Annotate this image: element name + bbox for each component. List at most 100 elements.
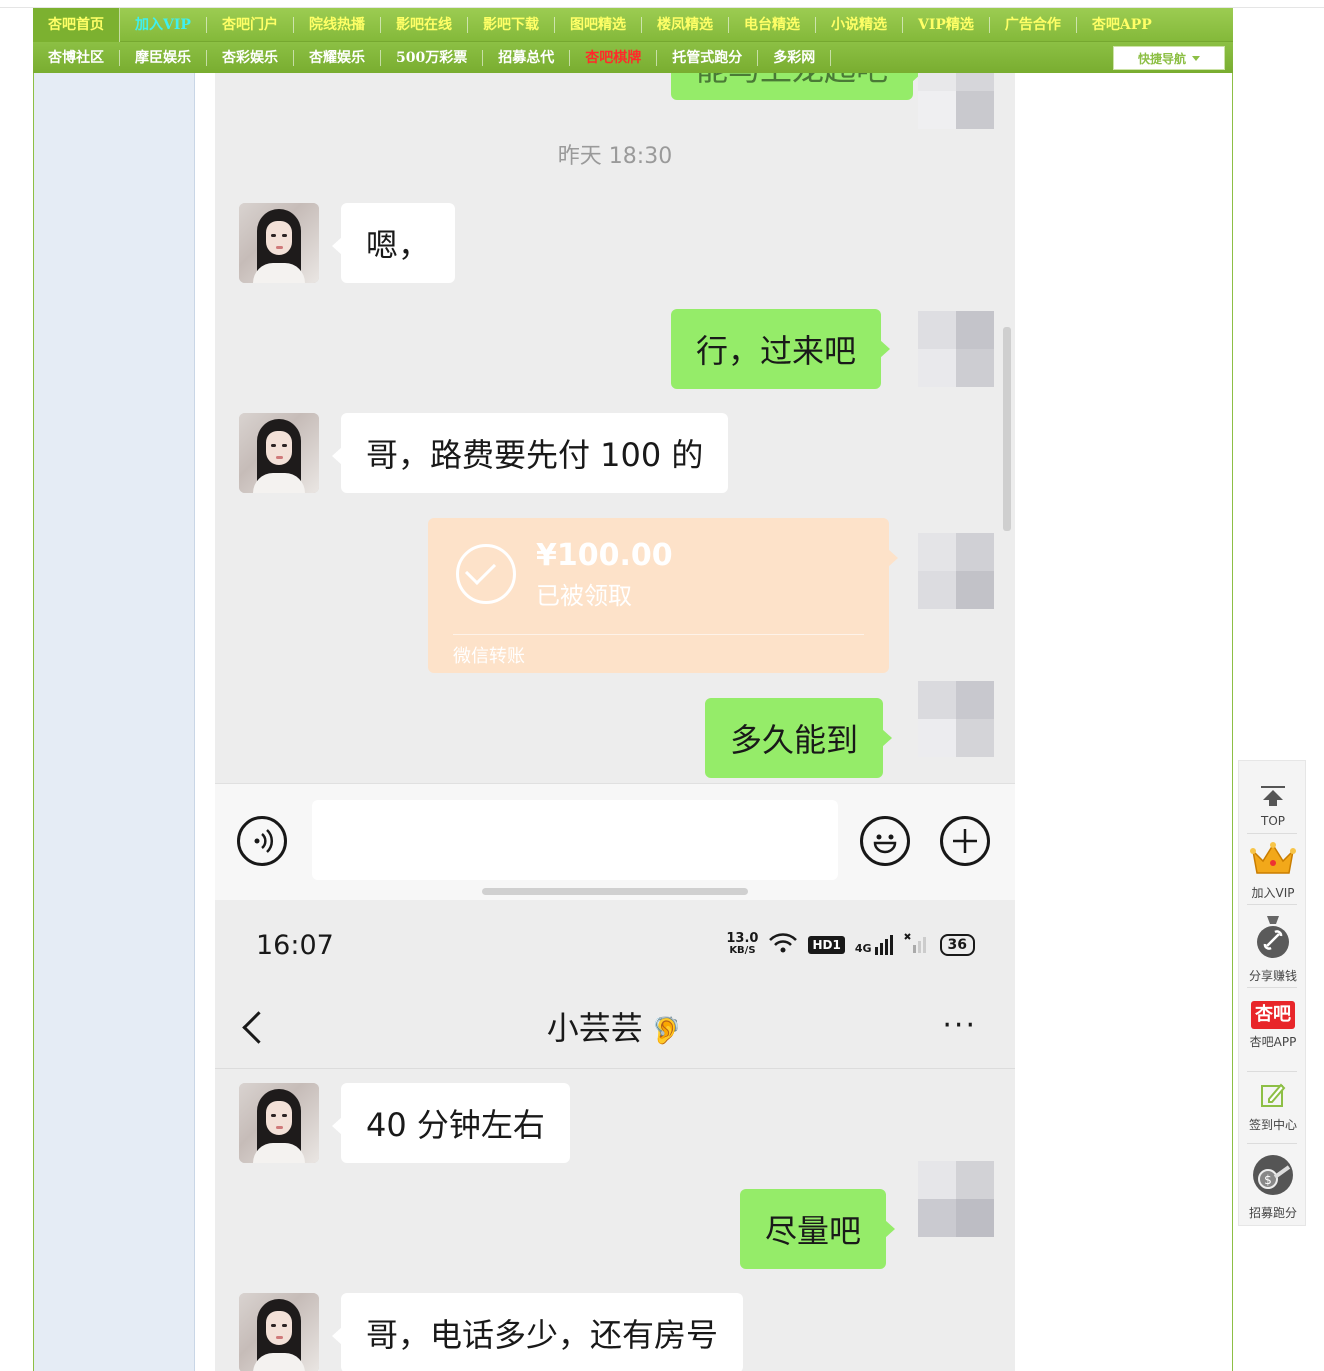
nav2-mochen[interactable]: 摩臣娱乐 — [120, 49, 207, 66]
plus-icon[interactable] — [940, 816, 990, 866]
chat-bubble-incoming: 40 分钟左右 — [332, 1083, 570, 1163]
wifi-icon — [768, 932, 798, 958]
net-speed-value: 13.0 — [726, 931, 759, 946]
share-earn-button[interactable]: 分享赚钱 — [1239, 914, 1307, 984]
message-input[interactable] — [312, 800, 838, 880]
top-label: TOP — [1260, 814, 1285, 828]
more-options-icon[interactable]: ··· — [942, 1008, 977, 1043]
transfer-status: 已被领取 — [536, 582, 632, 610]
arrow-up-icon — [1239, 785, 1307, 810]
nav2-xingyao[interactable]: 杏耀娱乐 — [294, 49, 381, 66]
vip-label: 加入VIP — [1251, 886, 1295, 900]
nav2-escrow[interactable]: 托管式跑分 — [657, 49, 759, 66]
contact-avatar — [239, 1083, 319, 1163]
battery-indicator: 36 — [939, 934, 975, 956]
nav2-chess[interactable]: 杏吧棋牌 — [570, 49, 658, 66]
left-sidebar — [34, 73, 195, 1371]
signal-empty-icon — [903, 933, 930, 957]
nav2-lottery[interactable]: 500万彩票 — [381, 49, 484, 66]
secondary-nav: 杏博社区 摩臣娱乐 杏彩娱乐 杏耀娱乐 500万彩票 招募总代 杏吧棋牌 托管式… — [33, 42, 1233, 73]
checkin-label: 签到中心 — [1248, 1118, 1297, 1132]
nav2-xingcai[interactable]: 杏彩娱乐 — [207, 49, 294, 66]
contact-avatar — [239, 203, 319, 283]
nav-pictures[interactable]: 图吧精选 — [555, 16, 642, 33]
toolbar-divider — [1247, 1143, 1297, 1144]
chat-title-bar: 小芸芸 🦻 ··· — [215, 998, 1015, 1069]
nav-portal[interactable]: 杏吧门户 — [207, 16, 294, 33]
net-speed-unit: KB/S — [729, 945, 756, 956]
status-clock: 16:07 — [256, 930, 334, 961]
nav2-community[interactable]: 杏博社区 — [33, 49, 120, 66]
chat-bubble-incoming: 哥，路费要先付 100 的 — [331, 413, 729, 493]
top-border — [0, 0, 1324, 8]
nav-radio[interactable]: 电台精选 — [729, 16, 816, 33]
main-nav: 杏吧首页 加入VIP 杏吧门户 院线热播 影吧在线 影吧下载 图吧精选 楼凤精选… — [33, 7, 1233, 42]
nav-ads[interactable]: 广告合作 — [990, 16, 1077, 33]
net-speed: 13.0 KB/S — [726, 931, 759, 957]
nav-home[interactable]: 杏吧首页 — [33, 7, 120, 42]
chat-screenshot: 能马上龙起吧 昨天 18:30 嗯， 行，过来吧 哥，路费要先付 100 的 ¥… — [215, 73, 1015, 1371]
share-label: 分享赚钱 — [1248, 969, 1297, 983]
home-indicator — [482, 888, 748, 895]
transfer-footer: 微信转账 — [453, 646, 525, 667]
quick-nav-label: 快捷导航 — [1137, 51, 1186, 66]
voice-input-icon[interactable] — [237, 816, 287, 866]
ear-mode-icon: 🦻 — [650, 1016, 684, 1046]
my-avatar-blurred — [918, 1161, 994, 1237]
app-label: 杏吧APP — [1249, 1035, 1297, 1049]
wechat-transfer-card[interactable]: ¥100.00 已被领取 微信转账 — [428, 518, 898, 673]
recruit-label: 招募跑分 — [1248, 1206, 1297, 1220]
join-vip-button[interactable]: 加入VIP — [1239, 841, 1307, 901]
coin-icon: $ — [1239, 1153, 1307, 1200]
chat-bubble-incoming: 嗯， — [331, 203, 456, 283]
app-logo-icon: 杏吧 — [1251, 1001, 1295, 1029]
toolbar-divider — [1247, 904, 1297, 905]
contact-name-wrap: 小芸芸 🦻 — [215, 1003, 1015, 1049]
recruit-button[interactable]: $ 招募跑分 — [1239, 1153, 1307, 1221]
phone-status-bar: 16:07 13.0 KB/S HD1 4G 36 — [215, 900, 1015, 998]
nav-novels[interactable]: 小说精选 — [816, 16, 903, 33]
nav-online[interactable]: 影吧在线 — [381, 16, 468, 33]
transfer-amount: ¥100.00 — [536, 538, 673, 573]
nav-join-vip[interactable]: 加入VIP — [120, 16, 207, 33]
back-to-top-button[interactable]: TOP — [1239, 785, 1307, 828]
hd-badge: HD1 — [808, 936, 845, 954]
scrollbar-thumb[interactable] — [1003, 327, 1011, 531]
toolbar-divider — [1247, 987, 1297, 988]
nav2-duocai[interactable]: 多彩网 — [758, 49, 832, 66]
nav-loufeng[interactable]: 楼凤精选 — [642, 16, 729, 33]
edit-icon — [1239, 1081, 1307, 1112]
contact-avatar — [239, 1293, 319, 1371]
money-bag-link-icon — [1239, 914, 1307, 963]
nav-app[interactable]: 杏吧APP — [1077, 17, 1167, 33]
status-icons: 13.0 KB/S HD1 4G 36 — [726, 932, 975, 958]
svg-text:$: $ — [1264, 1173, 1272, 1187]
toolbar-divider — [1247, 833, 1297, 834]
my-avatar-blurred — [918, 533, 994, 609]
chat-bubble-outgoing: 行，过来吧 — [671, 309, 891, 389]
crown-icon — [1239, 841, 1307, 880]
chat-timestamp: 昨天 18:30 — [557, 144, 673, 169]
checkin-button[interactable]: 签到中心 — [1239, 1081, 1307, 1133]
app-button[interactable]: 杏吧 杏吧APP — [1239, 1001, 1307, 1050]
signal-4g-icon: 4G — [855, 935, 894, 955]
chat-bubble-outgoing: 尽量吧 — [740, 1189, 896, 1269]
nav-vip-selection[interactable]: VIP精选 — [903, 16, 990, 33]
my-avatar-blurred — [918, 311, 994, 387]
chevron-down-icon — [1192, 55, 1200, 61]
chat-input-bar — [215, 783, 1015, 901]
chat-bubble-outgoing: 多久能到 — [705, 698, 893, 778]
signal-4g-label: 4G — [854, 942, 872, 955]
contact-avatar — [239, 413, 319, 493]
chat-bubble-partial: 能马上龙起吧 — [671, 73, 923, 100]
transfer-divider — [453, 634, 864, 635]
my-avatar-blurred — [918, 73, 994, 129]
contact-name: 小芸芸 — [546, 1009, 643, 1047]
emoji-icon[interactable] — [860, 816, 910, 866]
my-avatar-blurred — [918, 681, 994, 757]
nav2-recruit-agent[interactable]: 招募总代 — [483, 49, 571, 66]
chat-bubble-incoming: 哥，电话多少，还有房号 — [331, 1293, 744, 1371]
nav-download[interactable]: 影吧下载 — [468, 16, 555, 33]
nav-cinema[interactable]: 院线热播 — [294, 16, 381, 33]
quick-nav-dropdown[interactable]: 快捷导航 — [1113, 46, 1225, 70]
